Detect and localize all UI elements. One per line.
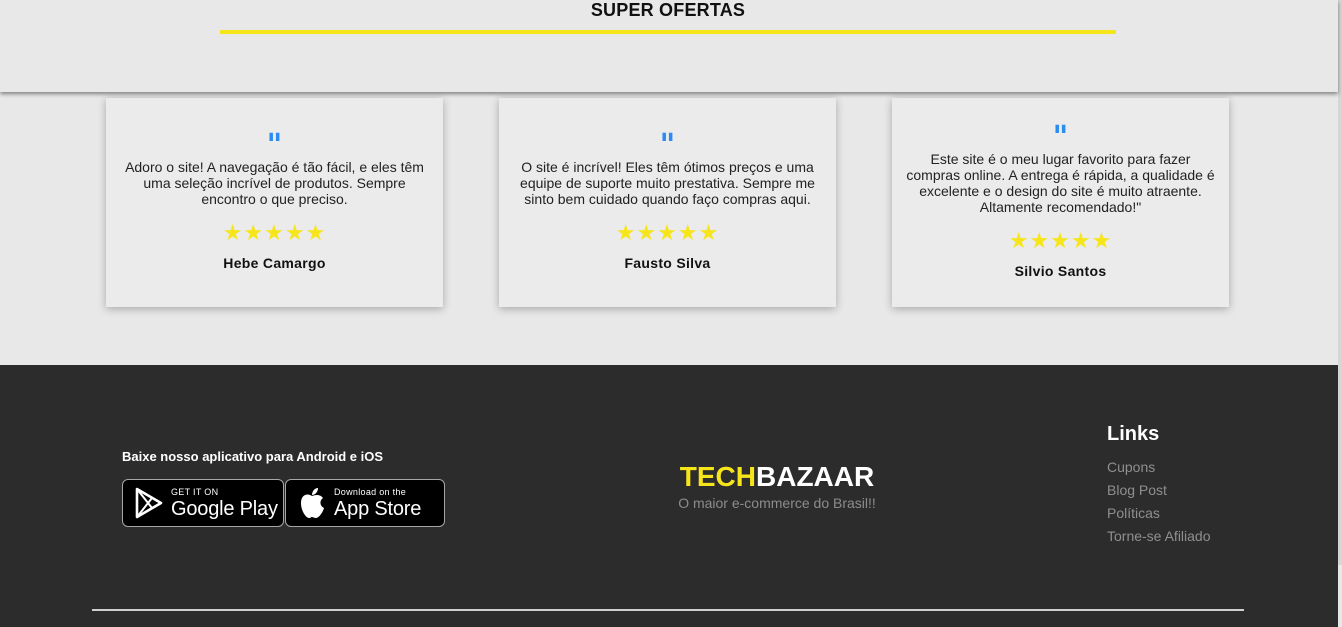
star-rating-icons: ★★★★★ bbox=[615, 220, 720, 246]
google-play-button[interactable]: GET IT ON Google Play bbox=[122, 479, 284, 527]
link-afiliado[interactable]: Torne-se Afiliado bbox=[1107, 525, 1211, 548]
quote-icon: " bbox=[266, 127, 283, 163]
app-download-heading: Baixe nosso aplicativo para Android e iO… bbox=[122, 449, 384, 464]
brand-tech: TECH bbox=[679, 461, 756, 492]
star-rating-icons: ★★★★★ bbox=[1008, 228, 1113, 254]
testimonial-author: Fausto Silva bbox=[624, 254, 711, 271]
testimonial-text: Este site é o meu lugar favorito para fa… bbox=[906, 150, 1215, 215]
scrollbar-track[interactable] bbox=[1338, 0, 1342, 565]
links-title: Links bbox=[1107, 423, 1160, 445]
footer-divider bbox=[92, 609, 1244, 611]
testimonial-author: Hebe Camargo bbox=[223, 254, 326, 271]
testimonial-author: Silvio Santos bbox=[1014, 262, 1107, 279]
footer: Baixe nosso aplicativo para Android e iO… bbox=[0, 365, 1338, 627]
section-header: SUPER OFERTAS bbox=[0, 0, 1338, 92]
title-underline bbox=[220, 30, 1116, 34]
brand-logo[interactable]: TECHBAZAAR O maior e-commerce do Brasil!… bbox=[620, 461, 934, 511]
testimonial-text: O site é incrível! Eles têm ótimos preço… bbox=[520, 158, 815, 207]
app-store-button[interactable]: Download on the App Store bbox=[285, 479, 445, 527]
link-cupons[interactable]: Cupons bbox=[1107, 456, 1211, 479]
link-politicas[interactable]: Políticas bbox=[1107, 502, 1211, 525]
link-blog-post[interactable]: Blog Post bbox=[1107, 479, 1211, 502]
quote-icon: " bbox=[659, 127, 676, 163]
brand-tagline: O maior e-commerce do Brasil!! bbox=[678, 495, 876, 511]
brand-bazaar: BAZAAR bbox=[756, 461, 875, 492]
testimonial-card: " Este site é o meu lugar favorito para … bbox=[892, 98, 1229, 307]
google-play-label: Google Play bbox=[171, 497, 278, 520]
testimonial-card: " Adoro o site! A navegação é tão fácil,… bbox=[106, 98, 443, 307]
brand-name: TECHBAZAAR bbox=[620, 461, 934, 493]
google-play-icon bbox=[131, 487, 167, 519]
app-store-small-label: Download on the bbox=[334, 486, 407, 497]
google-play-small-label: GET IT ON bbox=[171, 486, 219, 497]
testimonial-card: " O site é incrível! Eles têm ótimos pre… bbox=[499, 98, 836, 307]
apple-icon bbox=[294, 487, 330, 519]
quote-icon: " bbox=[1052, 119, 1069, 155]
section-title: SUPER OFERTAS bbox=[590, 0, 746, 20]
testimonial-text: Adoro o site! A navegação é tão fácil, e… bbox=[125, 158, 424, 207]
app-store-label: App Store bbox=[334, 497, 422, 520]
star-rating-icons: ★★★★★ bbox=[222, 220, 327, 246]
footer-links: Links Cupons Blog Post Políticas Torne-s… bbox=[1107, 423, 1211, 548]
